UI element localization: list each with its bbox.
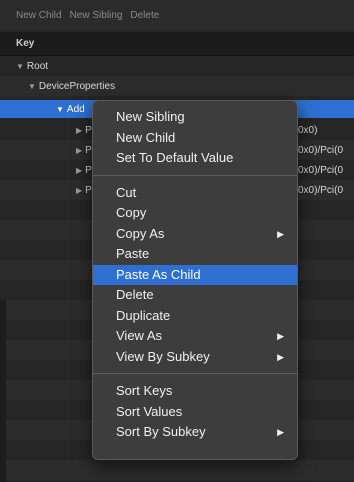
menu-item-label: Sort Values	[116, 403, 183, 419]
tree-label: P	[85, 184, 92, 196]
menu-item-label: View By Subkey	[116, 348, 210, 364]
menu-item-cut[interactable]: Cut	[93, 183, 297, 204]
tree-label-deviceproperties: DeviceProperties	[38, 80, 116, 92]
menu-item-label: View As	[116, 328, 163, 343]
window-edge	[0, 300, 6, 482]
menu-item-duplicate[interactable]: Duplicate	[93, 306, 297, 327]
new-sibling-button[interactable]: New Sibling	[70, 10, 123, 21]
menu-item-label: Sort Keys	[116, 383, 173, 398]
tree-row-empty	[0, 460, 354, 480]
menu-item-new-sibling[interactable]: New Sibling	[93, 107, 297, 128]
menu-item-label: Delete	[116, 287, 154, 302]
disclosure-open-icon[interactable]: ▼	[28, 82, 36, 91]
value-cell[interactable]: 0x0)/Pci(0	[298, 145, 343, 156]
tree-label: P	[85, 164, 92, 176]
menu-item-view-as[interactable]: View As ▶	[93, 326, 297, 347]
menu-item-label: Copy As	[116, 225, 165, 241]
menu-item-label: Paste As Child	[116, 266, 201, 282]
disclosure-open-icon[interactable]: ▼	[16, 62, 24, 71]
submenu-arrow-icon: ▶	[277, 427, 284, 437]
menu-item-new-child[interactable]: New Child	[93, 128, 297, 149]
menu-item-set-to-default-value[interactable]: Set To Default Value	[93, 148, 297, 169]
toolbar: New Child New Sibling Delete	[0, 0, 354, 30]
disclosure-closed-icon[interactable]: ▶	[76, 186, 82, 195]
menu-item-label: Sort By Subkey	[116, 424, 206, 439]
menu-item-sort-keys[interactable]: Sort Keys	[93, 381, 297, 402]
tree-row-root[interactable]: ▼ Root	[0, 56, 354, 76]
menu-item-delete[interactable]: Delete	[93, 285, 297, 306]
delete-button[interactable]: Delete	[130, 10, 159, 21]
new-child-button[interactable]: New Child	[16, 10, 62, 21]
disclosure-closed-icon[interactable]: ▶	[76, 166, 82, 175]
menu-item-label: Paste	[116, 246, 150, 261]
menu-item-label: Cut	[116, 184, 137, 200]
menu-item-sort-values[interactable]: Sort Values	[93, 402, 297, 423]
submenu-arrow-icon: ▶	[277, 351, 284, 362]
menu-item-paste[interactable]: Paste	[93, 244, 297, 265]
menu-item-sort-by-subkey[interactable]: Sort By Subkey ▶	[93, 422, 297, 443]
menu-separator	[93, 373, 297, 374]
submenu-arrow-icon: ▶	[277, 331, 284, 341]
menu-item-copy[interactable]: Copy	[93, 203, 297, 224]
menu-item-label: Copy	[116, 205, 147, 220]
key-column-header[interactable]: Key	[0, 32, 354, 56]
value-cell[interactable]: 0x0)	[298, 125, 317, 136]
submenu-arrow-icon: ▶	[277, 228, 284, 239]
tree-label: P	[85, 124, 92, 136]
disclosure-open-icon[interactable]: ▼	[56, 105, 64, 114]
disclosure-closed-icon[interactable]: ▶	[76, 126, 82, 135]
disclosure-closed-icon[interactable]: ▶	[76, 146, 82, 155]
menu-separator	[93, 174, 297, 176]
value-cell[interactable]: 0x0)/Pci(0	[298, 185, 343, 196]
tree-row-deviceproperties[interactable]: ▼ DeviceProperties	[0, 76, 354, 96]
menu-item-label: Duplicate	[116, 307, 171, 323]
tree-label-root: Root	[26, 60, 49, 72]
key-header-label: Key	[16, 38, 35, 49]
context-menu: New Sibling New Child Set To Default Val…	[92, 100, 298, 460]
menu-item-paste-as-child[interactable]: Paste As Child	[93, 264, 297, 285]
tree-label: P	[85, 144, 92, 156]
tree-label-selected: Add	[66, 103, 85, 115]
value-cell[interactable]: 0x0)/Pci(0	[298, 165, 343, 176]
menu-item-view-by-subkey[interactable]: View By Subkey ▶	[93, 347, 297, 368]
menu-item-copy-as[interactable]: Copy As ▶	[93, 224, 297, 245]
